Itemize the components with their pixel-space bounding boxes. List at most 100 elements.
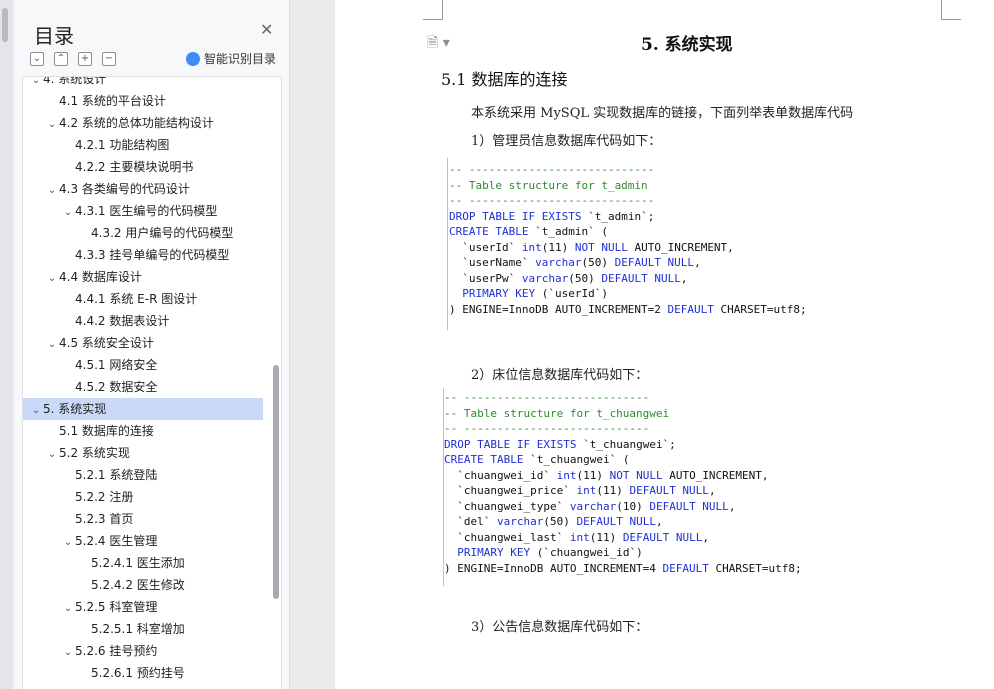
toc-list: ⌄ 4. 系统设计 4.1 系统的平台设计 ⌄ 4.2 系统的总体功能结构设计 4.2.1… (22, 76, 282, 689)
code-line: -- ---------------------------- (444, 391, 650, 404)
chevron-down-icon[interactable]: ⌄ (61, 532, 75, 554)
smart-toc-button[interactable]: 智能识别目录 (186, 50, 276, 67)
toc-item-label: 5.2.4 医生管理 (75, 534, 158, 548)
toc-item-label: 5.2.1 系统登陆 (75, 468, 158, 482)
toc-item-label: 5.2.6.1 预约挂号 (91, 666, 185, 680)
chevron-down-icon[interactable]: ⌄ (45, 444, 59, 466)
toc-item-label: 5.2.5.1 科室增加 (91, 622, 185, 636)
toc-item[interactable]: 5.2.5.1 科室增加 (23, 618, 263, 640)
toc-item-label: 4.3.2 用户编号的代码模型 (91, 226, 234, 240)
toc-item[interactable]: 4.2.2 主要模块说明书 (23, 156, 263, 178)
chevron-down-icon[interactable]: ⌄ (61, 598, 75, 620)
toc-item[interactable]: ⌄ 5.2.4 医生管理 (23, 530, 263, 552)
chevron-down-icon[interactable]: ⌄ (61, 202, 75, 224)
document-page[interactable]: 🗎 ▾ 5. 系统实现 5.1 数据库的连接 本系统采用 MySQL 实现数据库… (335, 0, 994, 689)
toc-item[interactable]: 4.3.3 挂号单编号的代码模型 (23, 244, 263, 266)
toc-item-label: 5. 系统实现 (43, 402, 107, 416)
left-rail (0, 0, 12, 689)
code-line: `chuangwei_id` int(11) NOT NULL AUTO_INC… (444, 468, 769, 482)
toc-toolbar: ⌄ ⌃ + − (30, 52, 116, 66)
code-line: DROP TABLE IF EXISTS `t_admin`; (449, 209, 655, 223)
toc-item[interactable]: ⌄ 4.4 数据库设计 (23, 266, 263, 288)
chevron-down-icon[interactable]: ⌄ (45, 268, 59, 290)
toc-item[interactable]: 5.1 数据库的连接 (23, 420, 263, 442)
toc-item[interactable]: 5.2.4.2 医生修改 (23, 574, 263, 596)
toc-item-label: 4.3.3 挂号单编号的代码模型 (75, 248, 230, 262)
subsection-heading: 5.1 数据库的连接 (441, 70, 568, 89)
toc-item-label: 4.2.1 功能结构图 (75, 138, 170, 152)
code-line: -- ---------------------------- (449, 163, 655, 176)
code-line: `chuangwei_type` varchar(10) DEFAULT NUL… (444, 499, 736, 513)
add-entry-button[interactable]: + (78, 52, 92, 66)
code-line: `userId` int(11) NOT NULL AUTO_INCREMENT… (449, 240, 734, 254)
toc-item[interactable]: 5.2.4.1 医生添加 (23, 552, 263, 574)
chevron-down-icon[interactable]: ⌄ (45, 334, 59, 356)
toc-item[interactable]: 5.2.1 系统登陆 (23, 464, 263, 486)
toc-item-label: 5.2.3 首页 (75, 512, 134, 526)
code-block-border (447, 158, 448, 330)
collapse-all-button[interactable]: ⌄ (30, 52, 44, 66)
close-icon[interactable]: ✕ (260, 22, 273, 38)
remove-entry-button[interactable]: − (102, 52, 116, 66)
paragraph-bed: 2）床位信息数据库代码如下： (471, 368, 649, 383)
code-line: `userPw` varchar(50) DEFAULT NULL, (449, 271, 688, 285)
code-line: PRIMARY KEY (`chuangwei_id`) (457, 546, 643, 559)
chevron-down-icon[interactable]: ⌄ (29, 400, 43, 422)
toc-item[interactable]: 4.3.2 用户编号的代码模型 (23, 222, 263, 244)
rail-scroll-thumb[interactable] (2, 8, 8, 42)
toc-item[interactable]: 5.2.6.1 预约挂号 (23, 662, 263, 684)
toc-item[interactable]: ⌄ 4.3.1 医生编号的代码模型 (23, 200, 263, 222)
toc-item-label: 5.2.6 挂号预约 (75, 644, 158, 658)
page-corner-mark (423, 0, 443, 20)
code-block-bed: -- ---------------------------- -- Table … (444, 390, 802, 576)
code-line: `userName` varchar(50) DEFAULT NULL, (449, 256, 701, 269)
toc-item-label: 4.4.1 系统 E-R 图设计 (75, 292, 198, 306)
toc-item-label: 4. 系统设计 (43, 76, 107, 86)
code-line: DROP TABLE IF EXISTS `t_chuangwei`; (444, 437, 676, 451)
paragraph-notice: 3）公告信息数据库代码如下： (471, 620, 649, 635)
toc-item[interactable]: ⌄ 5.2 系统实现 (23, 442, 263, 464)
expand-up-button[interactable]: ⌃ (54, 52, 68, 66)
toc-item-label: 4.4 数据库设计 (59, 270, 142, 284)
code-line: ) ENGINE=InnoDB AUTO_INCREMENT=4 DEFAULT… (444, 561, 802, 575)
toc-item[interactable]: 4.2.1 功能结构图 (23, 134, 263, 156)
toc-scrollbar[interactable] (272, 77, 280, 689)
toc-item[interactable]: ⌄ 4.2 系统的总体功能结构设计 (23, 112, 263, 134)
toc-item[interactable]: 4.4.1 系统 E-R 图设计 (23, 288, 263, 310)
code-line: -- Table structure for t_chuangwei (444, 406, 670, 420)
toc-item-label: 4.5.1 网络安全 (75, 358, 158, 372)
toc-item[interactable]: 4.4.2 数据表设计 (23, 310, 263, 332)
toc-item[interactable]: 4.5.2 数据安全 (23, 376, 263, 398)
toc-item[interactable]: 5.2.3 首页 (23, 508, 263, 530)
document-area: 🗎 ▾ 5. 系统实现 5.1 数据库的连接 本系统采用 MySQL 实现数据库… (291, 0, 994, 689)
code-line: `chuangwei_price` int(11) DEFAULT NULL, (444, 484, 716, 497)
code-line: -- ---------------------------- (444, 422, 650, 435)
toc-item-label: 5.2 系统实现 (59, 446, 130, 460)
toc-item[interactable]: 5.2.2 注册 (23, 486, 263, 508)
toc-item[interactable]: ⌄ 4.5 系统安全设计 (23, 332, 263, 354)
code-line: `del` varchar(50) DEFAULT NULL, (444, 515, 663, 528)
cloud-icon (186, 51, 200, 66)
toc-item-label: 4.2 系统的总体功能结构设计 (59, 116, 214, 130)
toc-item[interactable]: ⌄ 5.2.6 挂号预约 (23, 640, 263, 662)
chevron-down-icon[interactable]: ⌄ (45, 114, 59, 136)
toc-item[interactable]: 4.5.1 网络安全 (23, 354, 263, 376)
code-block-admin: -- ---------------------------- -- Table … (449, 162, 807, 317)
toc-item[interactable]: ⌄ 5. 系统实现 (23, 398, 263, 420)
chevron-down-icon[interactable]: ⌄ (61, 642, 75, 664)
toc-item[interactable]: ⌄ 4.3 各类编号的代码设计 (23, 178, 263, 200)
toc-item-label: 4.1 系统的平台设计 (59, 94, 166, 108)
toc-item[interactable]: 4.1 系统的平台设计 (23, 90, 263, 112)
smart-toc-label: 智能识别目录 (204, 52, 277, 66)
chevron-down-icon[interactable]: ⌄ (45, 180, 59, 202)
section-heading: 5. 系统实现 (641, 35, 733, 55)
toc-item-label: 4.3 各类编号的代码设计 (59, 182, 190, 196)
toc-item[interactable]: ⌄ 5.2.5 科室管理 (23, 596, 263, 618)
document-icon[interactable]: 🗎 ▾ (427, 32, 450, 56)
toc-scroll-thumb[interactable] (273, 365, 279, 599)
toc-item-label: 5.1 数据库的连接 (59, 424, 154, 438)
toc-item[interactable]: ⌄ 4. 系统设计 (23, 76, 263, 90)
code-line: PRIMARY KEY (`userId`) (462, 287, 608, 300)
toc-item-label: 5.2.4.2 医生修改 (91, 578, 185, 592)
toc-item-label: 4.2.2 主要模块说明书 (75, 160, 194, 174)
